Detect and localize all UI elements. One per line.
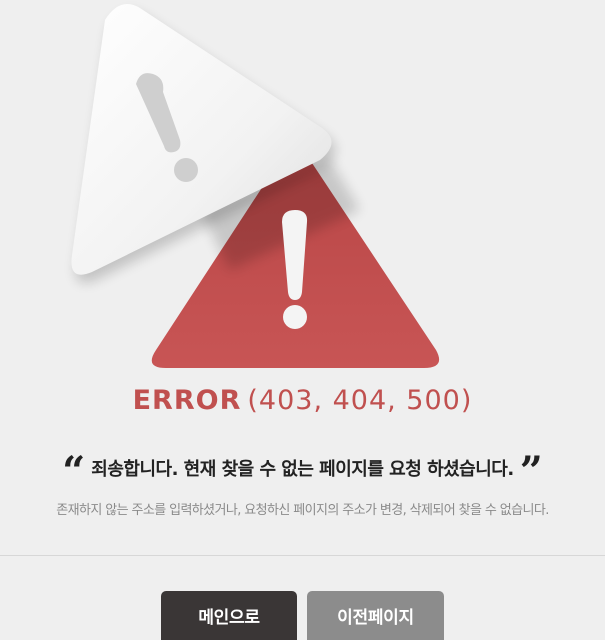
warning-illustration — [71, 4, 440, 368]
error-description: 존재하지 않는 주소를 입력하셨거나, 요청하신 페이지의 주소가 변경, 삭제… — [56, 503, 549, 518]
headline-text: 죄송합니다. 현재 찾을 수 없는 페이지를 요청 하셨습니다. — [91, 459, 514, 480]
error-label: ERROR — [132, 385, 242, 416]
error-status-codes: (403, 404, 500) — [247, 385, 473, 416]
previous-page-button[interactable]: 이전페이지 — [307, 591, 444, 640]
error-page: ERROR (403, 404, 500) “죄송합니다. 현재 찾을 수 없는 … — [0, 0, 605, 640]
open-quote-icon: “ — [62, 448, 86, 495]
close-quote-icon: ” — [519, 448, 543, 495]
divider — [0, 555, 605, 556]
error-code: ERROR (403, 404, 500) — [0, 385, 605, 416]
error-headline: “죄송합니다. 현재 찾을 수 없는 페이지를 요청 하셨습니다.” — [0, 448, 605, 495]
main-page-button[interactable]: 메인으로 — [161, 591, 297, 640]
